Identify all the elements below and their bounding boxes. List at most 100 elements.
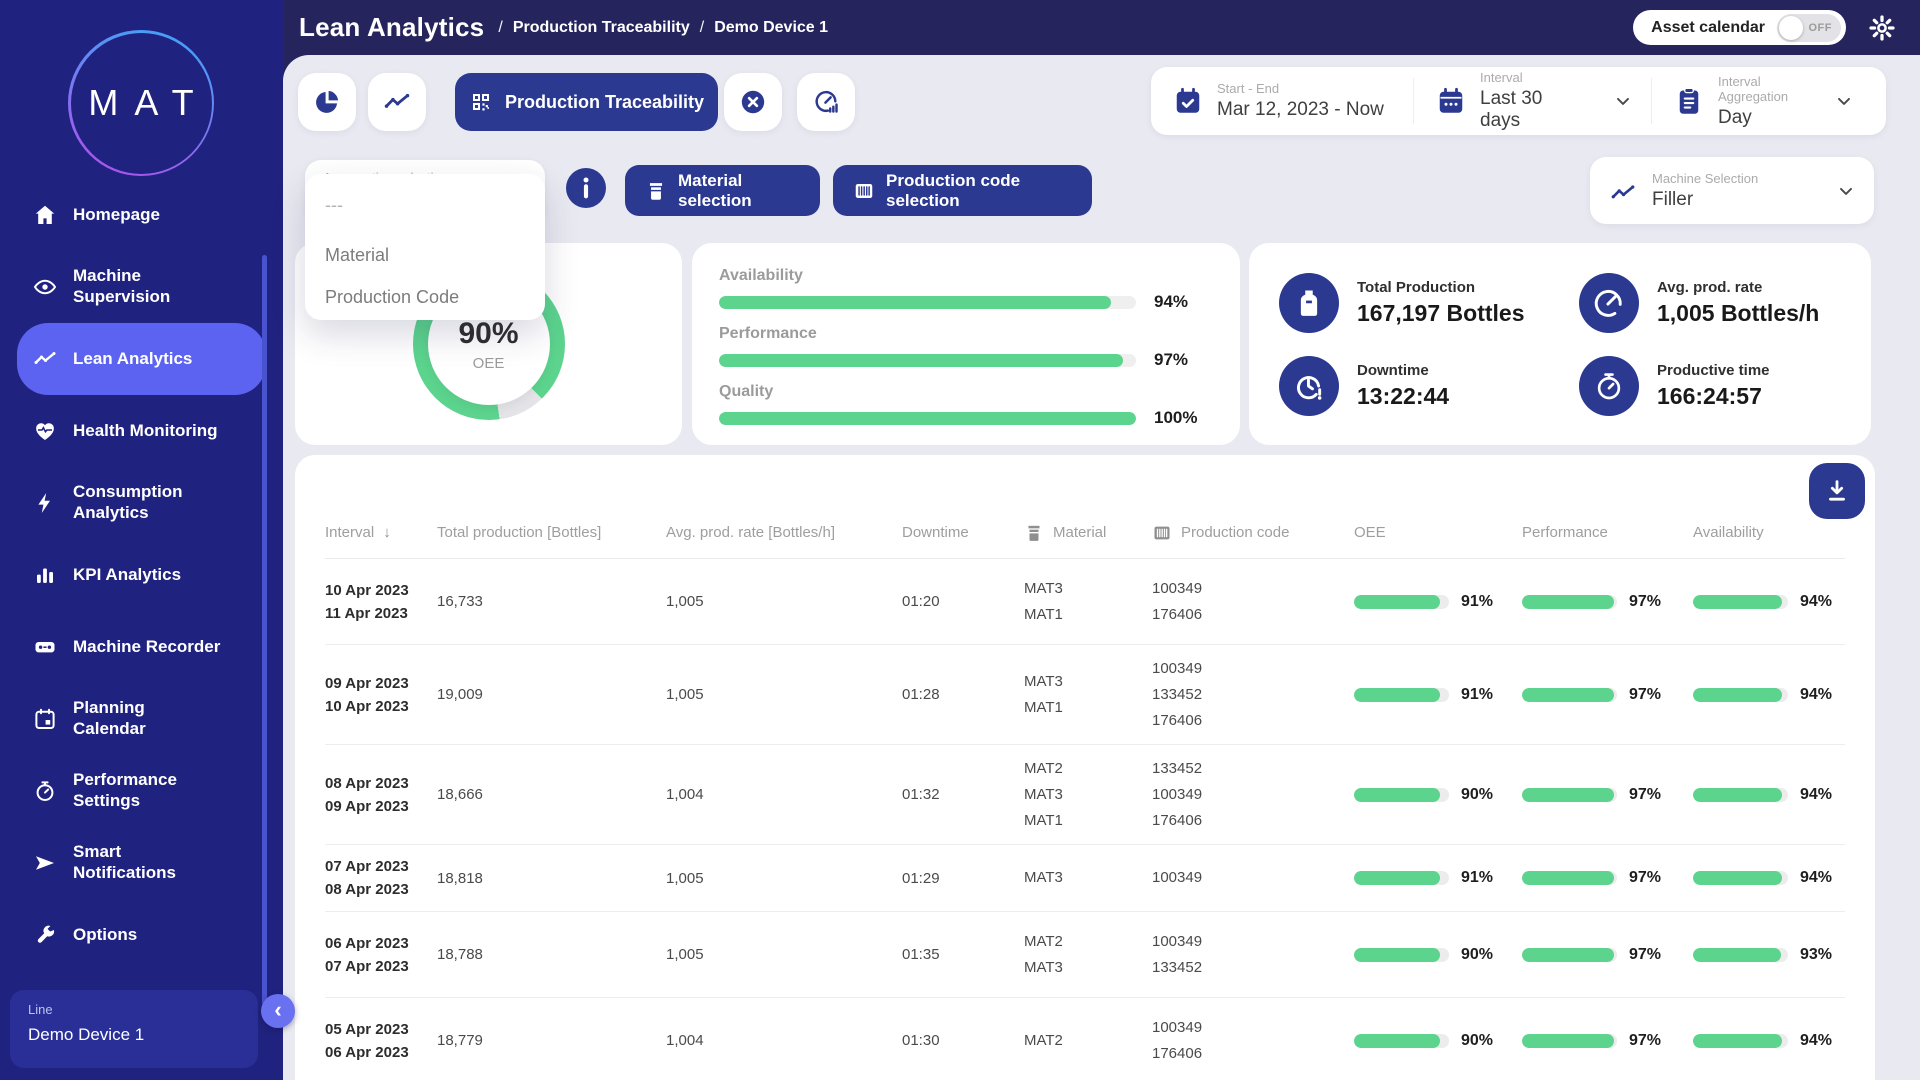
dropdown-option-material[interactable]: Material <box>305 234 545 276</box>
sidebar-scrollbar[interactable] <box>262 255 267 1005</box>
sidebar-item-kpi-analytics[interactable]: KPI Analytics <box>17 539 266 611</box>
sidebar-item-lean-analytics[interactable]: Lean Analytics <box>17 323 266 395</box>
cell-performance-percent: 97% <box>1629 686 1661 704</box>
sidebar-item-options[interactable]: Options <box>17 899 266 971</box>
bolt-icon <box>33 491 57 515</box>
close-view-button[interactable] <box>724 73 782 131</box>
kpi-stat-productive-time: Productive time166:24:57 <box>1579 344 1861 427</box>
start-end-label: Start - End <box>1217 81 1384 96</box>
sidebar-item-smart-notifications[interactable]: Smart Notifications <box>17 827 266 899</box>
sidebar-item-machine-recorder[interactable]: Machine Recorder <box>17 611 266 683</box>
brand-logo-text: MAT <box>72 82 209 124</box>
sidebar-item-label: Health Monitoring <box>73 421 217 442</box>
cell-availability-track <box>1693 871 1788 885</box>
material-icon <box>645 180 667 202</box>
production-code-selection-button[interactable]: Production code selection <box>833 165 1092 216</box>
production-traceability-view-button[interactable]: Production Traceability <box>455 73 718 131</box>
cell-downtime: 01:32 <box>902 786 1024 803</box>
dropdown-option-none[interactable]: --- <box>305 184 545 226</box>
kpi-stat-avg-prod-rate: Avg. prod. rate1,005 Bottles/h <box>1579 261 1861 344</box>
cell-oee-fill <box>1354 688 1440 702</box>
cell-oee-track <box>1354 595 1449 609</box>
settings-gear-icon[interactable] <box>1868 14 1896 42</box>
sidebar-item-homepage[interactable]: Homepage <box>17 179 266 251</box>
material-selection-button[interactable]: Material selection <box>625 165 820 216</box>
download-button[interactable] <box>1809 463 1865 519</box>
chevron-down-icon <box>1834 91 1854 111</box>
cell-performance-track <box>1522 871 1617 885</box>
cell-performance: 97% <box>1522 869 1693 887</box>
sidebar-item-label: Options <box>73 925 137 946</box>
cell-availability-percent: 93% <box>1800 946 1832 964</box>
cell-oee-track <box>1354 948 1449 962</box>
download-icon <box>1823 477 1851 505</box>
sidebar-item-consumption-analytics[interactable]: Consumption Analytics <box>17 467 266 539</box>
sidebar-item-label: Smart Notifications <box>73 842 176 883</box>
cell-oee: 91% <box>1354 869 1522 887</box>
sidebar-item-machine-supervision[interactable]: Machine Supervision <box>17 251 266 323</box>
cell-performance-percent: 97% <box>1629 786 1661 804</box>
trend-view-button[interactable] <box>368 73 426 131</box>
cell-downtime: 01:29 <box>902 870 1024 887</box>
interval-date: 09 Apr 2023 <box>325 672 437 695</box>
interval-date: 10 Apr 2023 <box>325 695 437 718</box>
cell-availability-percent: 94% <box>1800 1032 1832 1050</box>
info-button[interactable] <box>566 168 606 208</box>
machine-selection-control[interactable]: Machine Selection Filler <box>1590 157 1874 224</box>
interval-date: 08 Apr 2023 <box>325 772 437 795</box>
pie-chart-icon <box>313 88 341 116</box>
asset-calendar-toggle[interactable]: Asset calendar OFF <box>1633 10 1846 45</box>
sidebar-collapse-button[interactable]: ‹ <box>261 994 295 1028</box>
sidebar-item-planning-calendar[interactable]: Planning Calendar <box>17 683 266 755</box>
start-end-control[interactable]: Start - End Mar 12, 2023 - Now <box>1151 78 1413 124</box>
column-header-interval[interactable]: Interval↓ <box>325 524 437 541</box>
heart-icon <box>33 419 57 443</box>
cell-total-production: 19,009 <box>437 686 666 703</box>
calendar-icon <box>33 707 57 731</box>
cell-availability-track <box>1693 788 1788 802</box>
breadcrumb-item-section[interactable]: Production Traceability <box>513 19 690 37</box>
cell-downtime: 01:20 <box>902 593 1024 610</box>
eye-icon <box>33 275 57 299</box>
pie-view-button[interactable] <box>298 73 356 131</box>
kpi-stat-label: Avg. prod. rate <box>1657 279 1819 296</box>
circle-x-icon <box>739 88 767 116</box>
clockalert-icon <box>1279 356 1339 416</box>
cell-performance-percent: 97% <box>1629 946 1661 964</box>
sidebar-item-label: Machine Supervision <box>73 266 170 307</box>
cell-downtime: 01:28 <box>902 686 1024 703</box>
interval-control[interactable]: Interval Last 30 days <box>1413 78 1651 124</box>
cell-oee-percent: 90% <box>1461 946 1493 964</box>
cell-performance-percent: 97% <box>1629 869 1661 887</box>
kpi-stat-text: Downtime13:22:44 <box>1357 362 1449 410</box>
recorder-icon <box>33 635 57 659</box>
trend-icon <box>33 347 57 371</box>
kpi-bar-percent: 100% <box>1154 408 1206 428</box>
sidebar-item-label: Performance Settings <box>73 770 177 811</box>
sidebar-item-label: Lean Analytics <box>73 349 192 370</box>
production-code-value: 100349 <box>1152 782 1354 808</box>
chevron-down-icon <box>1836 181 1856 201</box>
send-icon <box>33 851 57 875</box>
cell-availability-percent: 94% <box>1800 869 1832 887</box>
breadcrumb-item-device[interactable]: Demo Device 1 <box>714 19 828 37</box>
interval-date: 09 Apr 2023 <box>325 795 437 818</box>
cell-oee: 90% <box>1354 946 1522 964</box>
sidebar-item-performance-settings[interactable]: Performance Settings <box>17 755 266 827</box>
column-header-avg-prod-rate-bottles-h: Avg. prod. rate [Bottles/h] <box>666 524 902 541</box>
cell-availability: 94% <box>1693 869 1845 887</box>
interval-aggregation-control[interactable]: Interval Aggregation Day <box>1651 78 1886 124</box>
production-code-value: 100349 <box>1152 656 1354 682</box>
table-row: 09 Apr 202310 Apr 202319,0091,00501:28MA… <box>325 645 1845 745</box>
cell-total-production: 18,779 <box>437 1032 666 1049</box>
dropdown-option-production-code[interactable]: Production Code <box>305 276 545 318</box>
cell-availability-track <box>1693 948 1788 962</box>
device-selector-card[interactable]: Line Demo Device 1 <box>10 990 258 1068</box>
gauge-view-button[interactable] <box>797 73 855 131</box>
toggle-switch[interactable]: OFF <box>1777 14 1841 42</box>
kpi-bar-label: Quality <box>719 383 1206 401</box>
kpi-bars-card: Availability94%Performance97%Quality100% <box>692 243 1240 445</box>
cell-performance-track <box>1522 595 1617 609</box>
toggle-knob <box>1779 16 1803 40</box>
sidebar-item-health-monitoring[interactable]: Health Monitoring <box>17 395 266 467</box>
